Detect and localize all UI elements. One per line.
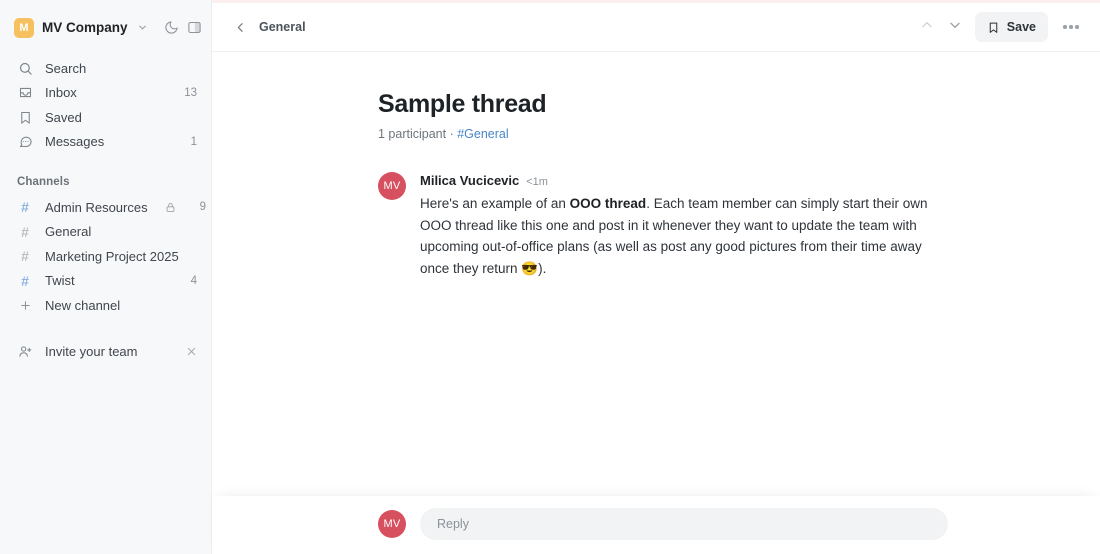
message-author[interactable]: Milica Vucicevic <box>420 173 519 188</box>
previous-thread-button[interactable] <box>913 13 941 41</box>
hash-icon: # <box>21 272 29 289</box>
next-thread-button[interactable] <box>941 13 969 41</box>
search-icon <box>17 60 33 76</box>
primary-nav: Search Inbox 13 Saved Messages 1 <box>0 52 211 154</box>
avatar: MV <box>378 510 406 538</box>
sidebar-channel-admin-resources[interactable]: # Admin Resources 9 <box>0 195 211 220</box>
back-to-channel-button[interactable]: General <box>234 20 306 34</box>
panel-toggle-icon[interactable] <box>187 17 202 39</box>
sidebar: M MV Company Search Inbox 13 Saved Messa… <box>0 0 212 554</box>
sidebar-item-label: Saved <box>45 109 82 125</box>
reply-composer: MV Reply <box>212 496 1100 554</box>
inbox-icon <box>17 85 33 101</box>
workspace-logo: M <box>14 17 34 38</box>
back-label: General <box>259 20 306 34</box>
participant-count: 1 participant <box>378 127 447 141</box>
chevron-down-icon <box>948 18 962 37</box>
thread-channel-link[interactable]: #General <box>457 127 508 141</box>
thread-inner: Sample thread 1 participant · #General M… <box>378 90 948 279</box>
new-channel-label: New channel <box>45 297 121 313</box>
lock-icon <box>165 202 176 213</box>
moon-icon[interactable] <box>164 17 179 39</box>
save-button[interactable]: Save <box>974 12 1048 42</box>
plus-icon <box>17 299 33 312</box>
sidebar-item-label: Inbox <box>45 85 77 101</box>
invite-label: Invite your team <box>45 344 138 360</box>
message-text-part1: Here's an example of an <box>420 196 570 211</box>
app-root: M MV Company Search Inbox 13 Saved Messa… <box>0 0 1100 554</box>
sidebar-item-inbox[interactable]: Inbox 13 <box>0 81 211 106</box>
channel-label: General <box>45 224 92 240</box>
sidebar-channel-general[interactable]: # General <box>0 220 211 245</box>
message-timestamp: <1m <box>526 176 548 188</box>
channel-badge: 9 <box>199 201 207 214</box>
hash-icon: # <box>21 223 29 240</box>
channel-badge: 4 <box>190 274 197 287</box>
chevron-down-icon[interactable] <box>137 22 148 33</box>
thread-scroll-area[interactable]: Sample thread 1 participant · #General M… <box>212 52 1100 554</box>
message-text-bold: OOO thread <box>569 196 647 211</box>
chevron-left-icon <box>234 21 247 34</box>
avatar[interactable]: MV <box>378 172 406 200</box>
message-text-part3: ). <box>538 260 547 276</box>
close-icon[interactable] <box>186 346 197 357</box>
message-icon <box>17 134 33 150</box>
sunglasses-emoji: 😎 <box>521 260 539 276</box>
thread-topbar: General Save <box>212 3 1100 52</box>
subtitle-separator: · <box>446 127 458 141</box>
chevron-up-icon <box>920 18 934 37</box>
invite-your-team[interactable]: Invite your team <box>0 340 211 365</box>
sidebar-item-saved[interactable]: Saved <box>0 105 211 130</box>
more-horizontal-icon[interactable] <box>1056 13 1086 41</box>
hash-icon: # <box>21 248 29 265</box>
message-header: Milica Vucicevic <1m <box>420 173 948 188</box>
hash-icon: # <box>21 199 29 216</box>
sidebar-item-label: Messages <box>45 134 105 150</box>
composer-inner: MV Reply <box>378 508 948 540</box>
thread-subtitle: 1 participant · #General <box>378 127 948 141</box>
new-channel-button[interactable]: New channel <box>0 293 211 318</box>
save-label: Save <box>1006 20 1036 34</box>
sidebar-channel-twist[interactable]: # Twist 4 <box>0 269 211 294</box>
thread-content: Sample thread 1 participant · #General M… <box>212 52 1100 279</box>
channels-section-title: Channels <box>17 176 70 188</box>
workspace-header[interactable]: M MV Company <box>0 3 211 52</box>
sidebar-item-label: Search <box>45 60 87 76</box>
main-panel: General Save Sample thread 1 participant… <box>212 0 1100 554</box>
message-text: Here's an example of an OOO thread. Each… <box>420 193 948 279</box>
person-add-icon <box>17 344 33 359</box>
reply-input[interactable]: Reply <box>420 508 948 540</box>
channel-label: Marketing Project 2025 <box>45 248 179 264</box>
sidebar-item-badge: 1 <box>190 135 197 148</box>
sidebar-item-messages[interactable]: Messages 1 <box>0 130 211 155</box>
channel-label: Admin Resources <box>45 199 148 215</box>
bookmark-icon <box>987 21 1000 34</box>
sidebar-item-search[interactable]: Search <box>0 56 211 81</box>
message-item: MV Milica Vucicevic <1m Here's an exampl… <box>378 172 948 279</box>
workspace-name: MV Company <box>42 20 128 35</box>
channel-label: Twist <box>45 273 75 289</box>
sidebar-channel-marketing-project-2025[interactable]: # Marketing Project 2025 <box>0 244 211 269</box>
page-title: Sample thread <box>378 90 547 118</box>
sidebar-item-badge: 13 <box>184 86 197 99</box>
bookmark-icon <box>17 109 33 125</box>
message-body: Milica Vucicevic <1m Here's an example o… <box>420 172 948 279</box>
